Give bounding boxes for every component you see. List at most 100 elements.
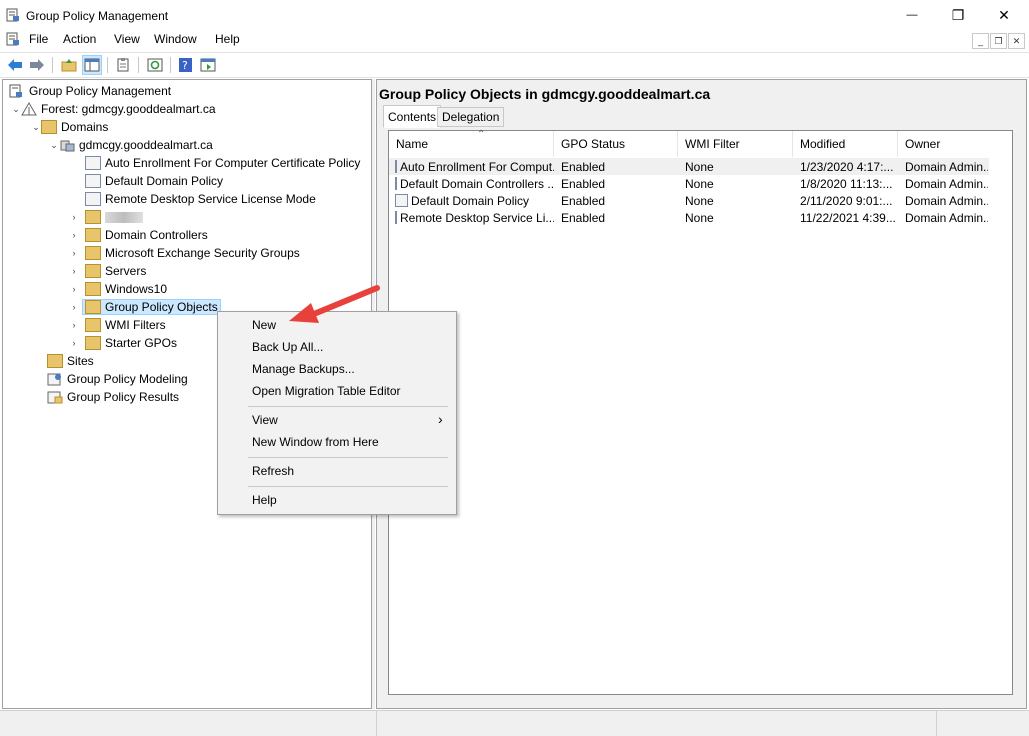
tree-label: Domain Controllers: [105, 228, 208, 242]
menu-item-back-up-all[interactable]: Back Up All...: [218, 336, 456, 358]
menu-item-view[interactable]: View ›: [218, 409, 456, 431]
properties-button[interactable]: [114, 56, 132, 74]
tree-item-ou[interactable]: › Servers: [9, 262, 360, 280]
minimize-icon: —: [906, 9, 918, 21]
chevron-down-icon[interactable]: ⌄: [11, 104, 21, 115]
mdi-close-button[interactable]: ✕: [1008, 33, 1025, 49]
tree-item-domain[interactable]: ⌄ gdmcgy.gooddealmart.ca: [9, 136, 360, 154]
chevron-down-icon[interactable]: ⌄: [49, 140, 59, 151]
table-row[interactable]: Default Domain Policy Enabled None 2/11/…: [389, 192, 989, 209]
action-pane-button[interactable]: [199, 56, 217, 74]
window-title: Group Policy Management: [26, 9, 169, 23]
menu-help[interactable]: Help: [215, 32, 240, 46]
details-pane: Group Policy Objects in gdmcgy.gooddealm…: [376, 79, 1027, 709]
table-row[interactable]: Remote Desktop Service Li... Enabled Non…: [389, 209, 989, 226]
submenu-chevron-icon: ›: [438, 411, 443, 427]
tree-item-gpo-link[interactable]: Remote Desktop Service License Mode: [9, 190, 360, 208]
chevron-down-icon[interactable]: ⌄: [31, 122, 41, 133]
back-button[interactable]: [6, 56, 24, 74]
up-level-button[interactable]: [60, 56, 78, 74]
menu-item-open-migration-table-editor[interactable]: Open Migration Table Editor: [218, 380, 456, 402]
cell-wmi: None: [685, 159, 714, 174]
column-header-wmi-filter[interactable]: WMI Filter: [678, 131, 793, 157]
tree-item-ou[interactable]: › Microsoft Exchange Security Groups: [9, 244, 360, 262]
refresh-button[interactable]: [146, 56, 164, 74]
toolbar-separator: [138, 57, 139, 73]
menu-item-help[interactable]: Help: [218, 489, 456, 511]
tree-item-ou[interactable]: › Domain Controllers: [9, 226, 360, 244]
tree-item-redacted-ou[interactable]: ›: [9, 208, 360, 226]
tree-label: Sites: [67, 354, 94, 368]
system-menu-icon[interactable]: [6, 32, 20, 46]
column-label: Name: [396, 137, 429, 151]
tree-item-forest[interactable]: ⌄ Forest: gdmcgy.gooddealmart.ca: [9, 100, 360, 118]
modeling-icon: [47, 372, 63, 386]
chevron-right-icon[interactable]: ›: [69, 284, 79, 294]
menu-separator: [248, 486, 448, 487]
selected-tree-item[interactable]: Group Policy Objects: [82, 299, 221, 315]
cell-name: Remote Desktop Service Li...: [400, 210, 554, 225]
mdi-minimize-button[interactable]: _: [972, 33, 989, 49]
column-header-name[interactable]: Name: [389, 131, 554, 157]
gpm-app-icon: [6, 8, 20, 22]
menu-item-refresh[interactable]: Refresh: [218, 460, 456, 482]
cell-owner: Domain Admin...: [905, 176, 988, 191]
menu-file[interactable]: File: [29, 32, 48, 46]
menu-window[interactable]: Window: [154, 32, 197, 46]
domain-icon: [59, 138, 75, 152]
tree-label: Domains: [61, 120, 109, 134]
chevron-right-icon[interactable]: ›: [69, 212, 79, 222]
tree-label: Auto Enrollment For Computer Certificate…: [105, 156, 361, 170]
gpo-icon: [395, 211, 397, 224]
column-header-modified[interactable]: Modified: [793, 131, 898, 157]
context-menu: New Back Up All... Manage Backups... Ope…: [217, 311, 457, 515]
menu-action[interactable]: Action: [63, 32, 96, 46]
chevron-right-icon[interactable]: ›: [69, 230, 79, 240]
show-hide-tree-button[interactable]: [82, 55, 102, 75]
help-toolbar-button[interactable]: ?: [177, 56, 195, 74]
close-button[interactable]: ✕: [981, 0, 1027, 30]
tab-contents[interactable]: Contents: [383, 105, 442, 128]
column-header-gpo-status[interactable]: GPO Status: [554, 131, 678, 157]
mdi-restore-button[interactable]: ❐: [990, 33, 1007, 49]
menu-bar: File Action View Window Help _ ❐ ✕: [0, 30, 1029, 50]
chevron-right-icon[interactable]: ›: [69, 320, 79, 330]
table-row[interactable]: Auto Enrollment For Comput... Enabled No…: [389, 158, 989, 175]
menu-view[interactable]: View: [114, 32, 140, 46]
menu-item-manage-backups[interactable]: Manage Backups...: [218, 358, 456, 380]
tab-delegation[interactable]: Delegation: [437, 107, 505, 127]
menu-separator: [248, 457, 448, 458]
menu-label: Back Up All...: [252, 340, 324, 354]
tab-label: Contents: [388, 109, 437, 124]
menu-separator: [248, 406, 448, 407]
sites-folder-icon: [47, 354, 63, 368]
starter-folder-icon: [85, 336, 101, 350]
column-header-owner[interactable]: Owner: [898, 131, 988, 157]
cell-modified: 1/23/2020 4:17:...: [800, 159, 894, 174]
folder-up-icon: [61, 59, 77, 72]
restore-button[interactable]: ❐: [935, 0, 981, 30]
gpo-icon: [395, 160, 397, 173]
tree-label: Group Policy Management: [29, 84, 172, 98]
chevron-right-icon[interactable]: ›: [69, 248, 79, 258]
details-title: Group Policy Objects in gdmcgy.gooddealm…: [379, 86, 711, 102]
tree-item-domains[interactable]: ⌄ Domains: [9, 118, 360, 136]
wmi-folder-icon: [85, 318, 101, 332]
toolbar-separator: [170, 57, 171, 73]
tree-item-gpo-link[interactable]: Default Domain Policy: [9, 172, 360, 190]
menu-item-new-window-from-here[interactable]: New Window from Here: [218, 431, 456, 453]
chevron-right-icon[interactable]: ›: [69, 266, 79, 276]
menu-label: Manage Backups...: [252, 362, 355, 376]
tree-item-root[interactable]: Group Policy Management: [9, 82, 360, 100]
tree-label: Group Policy Objects: [105, 300, 218, 314]
table-row[interactable]: Default Domain Controllers ... Enabled N…: [389, 175, 989, 192]
forward-button[interactable]: [28, 56, 46, 74]
tree-item-gpo-link[interactable]: Auto Enrollment For Computer Certificate…: [9, 154, 360, 172]
tree-label: Servers: [105, 264, 147, 278]
chevron-right-icon[interactable]: ›: [69, 302, 79, 312]
chevron-right-icon[interactable]: ›: [69, 338, 79, 348]
minimize-button[interactable]: —: [889, 0, 935, 30]
ou-folder-icon: [85, 246, 101, 260]
console-tree-icon: [84, 58, 100, 72]
help-icon: ?: [179, 58, 192, 72]
